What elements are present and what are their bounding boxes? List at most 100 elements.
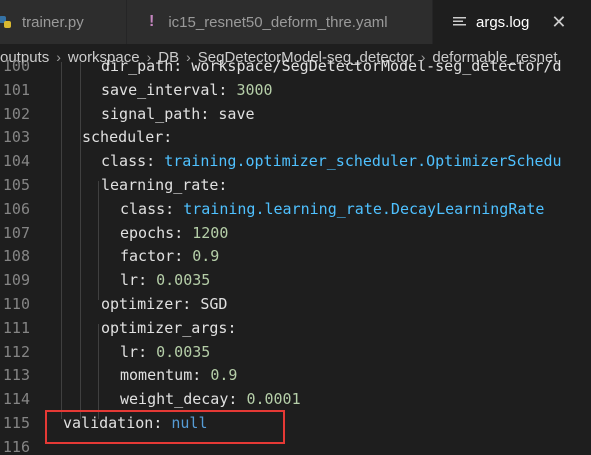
yaml-value: 0.0035	[156, 271, 211, 290]
code-text: factor: 0.9	[120, 244, 219, 268]
line-number: 106	[2, 199, 30, 218]
code-text: optimizer_args:	[101, 316, 236, 340]
code-line[interactable]: 108 factor: 0.9	[0, 244, 591, 268]
code-text: save_interval: 3000	[101, 78, 273, 102]
code-line[interactable]: 113 momentum: 0.9	[0, 363, 591, 387]
yaml-colon: :	[173, 60, 192, 75]
code-text: optimizer: SGD	[101, 292, 227, 316]
yaml-key: epochs	[120, 223, 175, 242]
code-line[interactable]: 114 weight_decay: 0.0001	[0, 387, 591, 411]
code-line[interactable]: 104 class: training.optimizer_scheduler.O…	[0, 149, 591, 173]
code-line[interactable]: 105 learning_rate:	[0, 173, 591, 197]
yaml-colon: :	[174, 247, 193, 266]
line-number: 110	[2, 295, 30, 313]
tab-label: trainer.py	[22, 13, 84, 31]
tab-args-log[interactable]: args.log ✕	[433, 0, 591, 44]
yaml-key: lr	[120, 342, 139, 361]
close-icon[interactable]: ✕	[551, 12, 566, 33]
yaml-colon: :	[165, 199, 184, 218]
yaml-value: training.optimizer_scheduler.OptimizerSc…	[164, 152, 562, 171]
yaml-value: 0.9	[192, 247, 220, 266]
yaml-colon: :	[228, 390, 247, 409]
code-text: learning_rate:	[101, 173, 227, 197]
code-line[interactable]: 101 save_interval: 3000	[0, 78, 591, 102]
line-number: 102	[2, 104, 30, 123]
code-line[interactable]: 106 class: training.learning_rate.DecayLe…	[0, 197, 591, 221]
code-text: scheduler:	[82, 125, 172, 149]
code-text: epochs: 1200	[120, 221, 228, 245]
yaml-value: 3000	[236, 80, 273, 99]
yaml-key: signal_path	[101, 104, 201, 123]
code-line[interactable]: 100 dir_path: workspace/SegDetectorModel-…	[0, 60, 591, 78]
python-file-icon	[0, 15, 12, 29]
yaml-key: lr	[120, 271, 139, 290]
yaml-exclamation-icon: !	[149, 13, 155, 30]
code-text: lr: 0.0035	[120, 268, 210, 292]
code-editor[interactable]: 100 dir_path: workspace/SegDetectorModel-…	[0, 60, 591, 455]
line-number: 104	[2, 152, 30, 171]
yaml-value: SGD	[200, 295, 228, 313]
code-line[interactable]: 107 epochs: 1200	[0, 221, 591, 245]
yaml-colon: :	[138, 271, 157, 290]
line-number: 107	[2, 223, 30, 242]
yaml-colon: :	[182, 295, 201, 313]
yaml-value: 1200	[192, 223, 229, 242]
yaml-value: workspace/SegDetectorModel-seg_detector/…	[191, 60, 562, 75]
yaml-value: 0.9	[210, 366, 238, 385]
code-line[interactable]: 103 scheduler:	[0, 125, 591, 149]
line-number: 100	[2, 60, 30, 75]
yaml-key: class	[101, 152, 147, 171]
yaml-value: save	[218, 104, 255, 123]
code-text: class: training.optimizer_scheduler.Opti…	[101, 149, 562, 173]
code-text: momentum: 0.9	[120, 363, 237, 387]
line-number: 109	[2, 271, 30, 290]
code-text: signal_path: save	[101, 102, 255, 126]
code-line[interactable]: 109 lr: 0.0035	[0, 268, 591, 292]
yaml-colon: :	[146, 152, 165, 171]
code-text: dir_path: workspace/SegDetectorModel-seg…	[101, 60, 562, 78]
yaml-colon: :	[227, 318, 237, 337]
yaml-key: optimizer	[101, 295, 183, 313]
line-number: 108	[2, 247, 30, 266]
code-text: lr: 0.0035	[120, 340, 210, 364]
code-text: weight_decay: 0.0001	[120, 387, 301, 411]
yaml-key: learning_rate	[101, 176, 219, 194]
line-number: 112	[2, 342, 30, 361]
yaml-key: class	[120, 199, 166, 218]
line-number: 113	[2, 366, 30, 385]
line-number: 116	[2, 437, 30, 455]
line-number: 105	[2, 176, 30, 194]
code-line[interactable]: 110 optimizer: SGD	[0, 292, 591, 316]
tab-trainer-py[interactable]: trainer.py	[0, 0, 126, 44]
yaml-colon: :	[138, 342, 157, 361]
yaml-value: training.learning_rate.DecayLearningRate	[183, 199, 545, 218]
code-line[interactable]: 111 optimizer_args:	[0, 316, 591, 340]
yaml-key: momentum	[120, 366, 193, 385]
yaml-key: save_interval	[101, 80, 219, 99]
yaml-colon: :	[218, 176, 228, 194]
yaml-colon: :	[192, 366, 211, 385]
yaml-colon: :	[174, 223, 193, 242]
yaml-value: 0.0035	[156, 342, 211, 361]
yaml-key: dir_path	[101, 60, 174, 75]
yaml-key: factor	[120, 247, 175, 266]
yaml-value: 0.0001	[246, 390, 301, 409]
line-number: 114	[2, 390, 30, 409]
tab-label: args.log	[476, 13, 530, 31]
line-number: 115	[2, 414, 30, 432]
tab-label: ic15_resnet50_deform_thre.yaml	[168, 13, 388, 31]
yaml-key: optimizer_args	[101, 318, 228, 337]
line-number: 101	[2, 80, 30, 99]
yaml-colon: :	[200, 104, 219, 123]
tab-ic15-yaml[interactable]: ! ic15_resnet50_deform_thre.yaml	[127, 0, 432, 44]
code-text: class: training.learning_rate.DecayLearn…	[120, 197, 544, 221]
editor-tab-bar: trainer.py ! ic15_resnet50_deform_thre.y…	[0, 0, 591, 44]
line-number: 103	[2, 128, 30, 147]
code-line[interactable]: 102 signal_path: save	[0, 102, 591, 126]
yaml-key: weight_decay	[120, 390, 229, 409]
yaml-colon: :	[163, 128, 173, 147]
validation-highlight-box	[45, 410, 285, 444]
line-number: 111	[2, 318, 30, 337]
log-lines-icon	[453, 16, 466, 28]
code-line[interactable]: 112 lr: 0.0035	[0, 340, 591, 364]
